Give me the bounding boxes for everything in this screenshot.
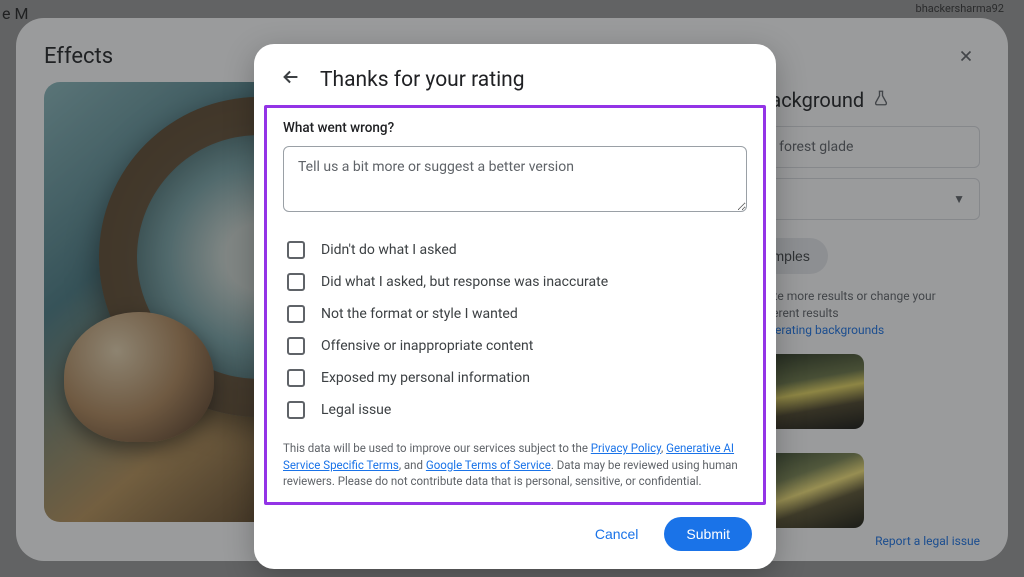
checkbox[interactable] xyxy=(287,337,305,355)
google-tos-link[interactable]: Google Terms of Service xyxy=(426,458,551,472)
feedback-option-row[interactable]: Did what I asked, but response was inacc… xyxy=(283,266,747,298)
cancel-button[interactable]: Cancel xyxy=(581,518,653,550)
checkbox-label: Not the format or style I wanted xyxy=(321,306,518,322)
checkbox-label: Did what I asked, but response was inacc… xyxy=(321,274,608,290)
checkbox-label: Legal issue xyxy=(321,402,391,418)
feedback-option-row[interactable]: Not the format or style I wanted xyxy=(283,298,747,330)
checkbox-label: Exposed my personal information xyxy=(321,370,530,386)
submit-button[interactable]: Submit xyxy=(664,517,752,551)
checkbox-label: Didn't do what I asked xyxy=(321,242,457,258)
checkbox[interactable] xyxy=(287,369,305,387)
checkbox-label: Offensive or inappropriate content xyxy=(321,338,533,354)
disclaimer-pre: This data will be used to improve our se… xyxy=(283,441,591,455)
modal-title: Thanks for your rating xyxy=(320,68,525,92)
feedback-modal: Thanks for your rating What went wrong? … xyxy=(254,44,776,569)
disclaimer-text: This data will be used to improve our se… xyxy=(283,440,747,490)
feedback-textarea[interactable] xyxy=(283,146,747,212)
back-arrow-icon[interactable] xyxy=(280,66,304,93)
feedback-option-row[interactable]: Offensive or inappropriate content xyxy=(283,330,747,362)
checkbox[interactable] xyxy=(287,305,305,323)
feedback-question: What went wrong? xyxy=(283,120,747,136)
modal-actions: Cancel Submit xyxy=(254,505,776,551)
page-background: e M bhackersharma92 Effects Generate a b… xyxy=(0,0,1024,577)
feedback-option-row[interactable]: Exposed my personal information xyxy=(283,362,747,394)
modal-highlighted-region: What went wrong? Didn't do what I asked … xyxy=(264,105,766,505)
feedback-options: Didn't do what I asked Did what I asked,… xyxy=(283,234,747,426)
feedback-option-row[interactable]: Didn't do what I asked xyxy=(283,234,747,266)
privacy-policy-link[interactable]: Privacy Policy xyxy=(591,441,661,455)
checkbox[interactable] xyxy=(287,241,305,259)
checkbox[interactable] xyxy=(287,401,305,419)
checkbox[interactable] xyxy=(287,273,305,291)
feedback-option-row[interactable]: Legal issue xyxy=(283,394,747,426)
disclaimer-and: , and xyxy=(399,458,426,472)
modal-header: Thanks for your rating xyxy=(254,66,776,101)
